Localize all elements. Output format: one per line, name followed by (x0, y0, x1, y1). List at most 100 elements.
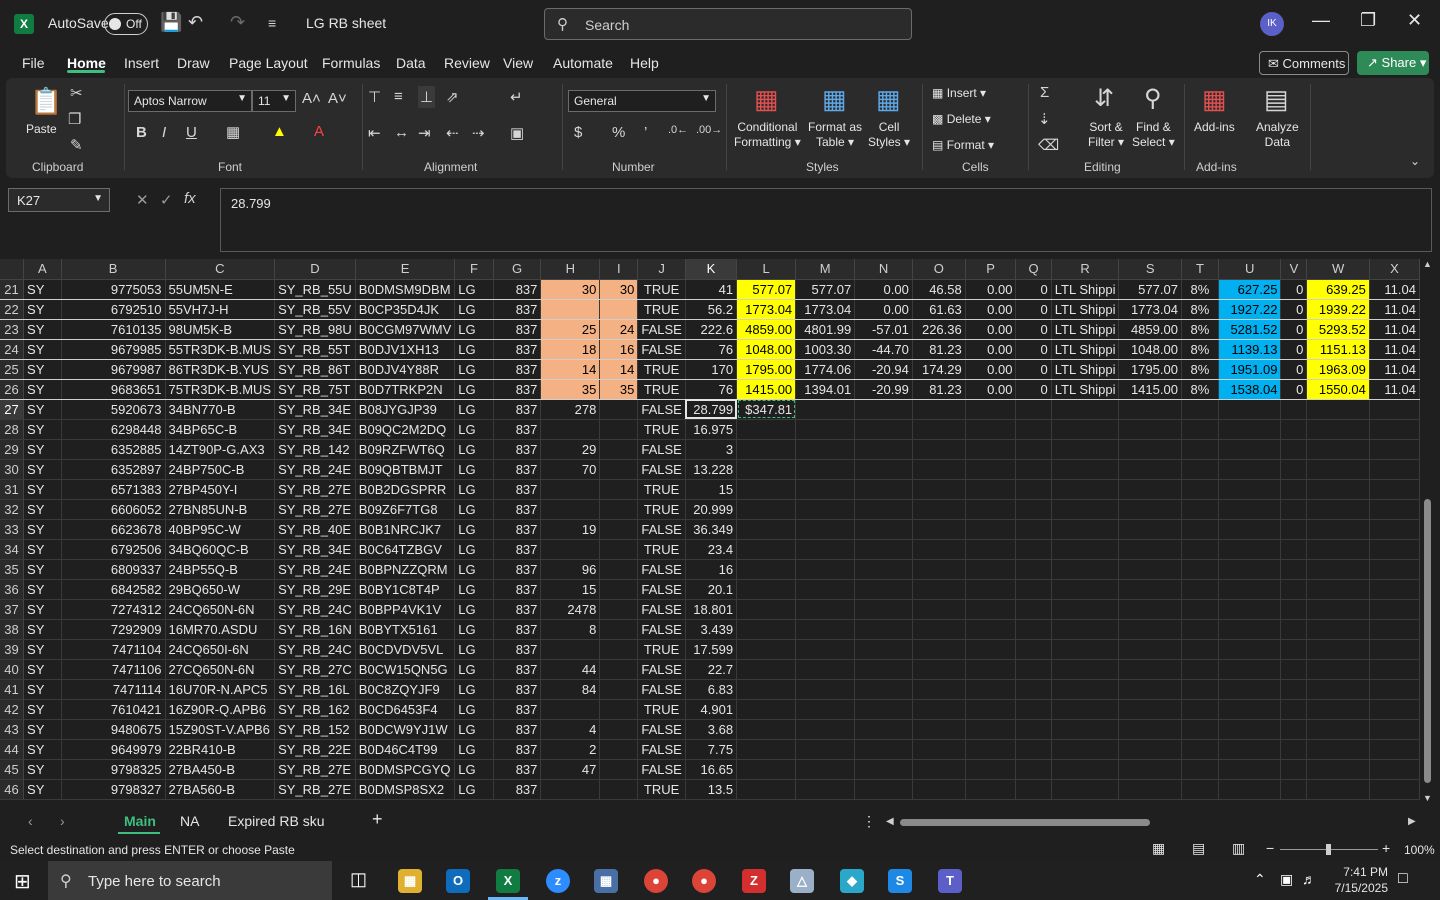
wrap-text-icon[interactable]: ↵ (510, 88, 523, 106)
italic-icon[interactable]: I (162, 124, 166, 141)
cell-v37[interactable] (1280, 599, 1308, 620)
cell-o38[interactable] (912, 619, 966, 640)
cell-v35[interactable] (1280, 559, 1308, 580)
cell-o33[interactable] (912, 519, 966, 540)
cell-r45[interactable] (1051, 759, 1120, 780)
cell-f43[interactable]: LG (454, 719, 494, 740)
delete-cells-button[interactable]: ▩ Delete ▾ (932, 112, 991, 127)
cell-w21[interactable]: 639.25 (1306, 279, 1370, 300)
cell-a35[interactable]: SY (23, 559, 62, 580)
cell-c36[interactable]: 29BQ650-W (165, 579, 276, 600)
cell-j46[interactable]: TRUE (637, 779, 686, 800)
autosum-icon[interactable]: Σ (1040, 84, 1049, 101)
cell-f27[interactable]: LG (454, 399, 494, 420)
cell-e46[interactable]: B0DMSP8SX2 (355, 779, 456, 800)
cell-h41[interactable]: 84 (540, 679, 601, 700)
cell-s44[interactable] (1118, 739, 1182, 760)
cell-p33[interactable] (965, 519, 1017, 540)
cell-b38[interactable]: 7292909 (61, 619, 166, 640)
cell-h29[interactable]: 29 (540, 439, 601, 460)
cell-d46[interactable]: SY_RB_27E (274, 779, 356, 800)
cell-t32[interactable] (1181, 499, 1219, 520)
cell-t40[interactable] (1181, 659, 1219, 680)
cell-h26[interactable]: 35 (540, 379, 601, 400)
column-header[interactable]: X (1369, 259, 1420, 280)
cell-e24[interactable]: B0DJV1XH13 (355, 339, 456, 360)
cell-p40[interactable] (965, 659, 1017, 680)
cell-c25[interactable]: 86TR3DK-B.YUS (165, 359, 276, 380)
cell-b41[interactable]: 7471114 (61, 679, 166, 700)
cell-q24[interactable]: 0 (1015, 339, 1052, 360)
insert-function-icon[interactable]: fx (184, 190, 196, 207)
cell-e36[interactable]: B0BY1C8T4P (355, 579, 456, 600)
cell-f46[interactable]: LG (454, 779, 494, 800)
cell-f42[interactable]: LG (454, 699, 494, 720)
customize-qat-icon[interactable]: ≡ (268, 15, 276, 31)
cell-g24[interactable]: 837 (493, 339, 542, 360)
cell-g29[interactable]: 837 (493, 439, 542, 460)
cell-c34[interactable]: 34BQ60QC-B (165, 539, 276, 560)
cell-s40[interactable] (1118, 659, 1182, 680)
cell-k39[interactable]: 17.599 (685, 639, 738, 660)
cell-s32[interactable] (1118, 499, 1182, 520)
cell-h46[interactable] (540, 779, 601, 800)
cell-h21[interactable]: 30 (540, 279, 601, 300)
cell-t39[interactable] (1181, 639, 1219, 660)
column-header[interactable]: K (685, 259, 738, 280)
cell-g21[interactable]: 837 (493, 279, 542, 300)
cell-v32[interactable] (1280, 499, 1308, 520)
cell-m45[interactable] (795, 759, 856, 780)
zoom-app-icon[interactable]: z (546, 869, 570, 893)
cell-h42[interactable] (540, 699, 601, 720)
cell-l30[interactable] (736, 459, 797, 480)
normal-view-icon[interactable]: ▦ (1152, 840, 1165, 857)
cell-s41[interactable] (1118, 679, 1182, 700)
cell-o37[interactable] (912, 599, 966, 620)
cell-i23[interactable]: 24 (599, 319, 639, 340)
cell-w33[interactable] (1306, 519, 1370, 540)
cell-k45[interactable]: 16.65 (685, 759, 738, 780)
cell-c23[interactable]: 98UM5K-B (165, 319, 276, 340)
cell-n39[interactable] (854, 639, 913, 660)
volume-icon[interactable]: ♬ (1302, 871, 1316, 887)
cell-h24[interactable]: 18 (540, 339, 601, 360)
cell-m39[interactable] (795, 639, 856, 660)
column-header[interactable]: U (1218, 259, 1282, 280)
column-header[interactable]: I (599, 259, 639, 280)
outlook-icon[interactable]: O (446, 869, 470, 893)
cell-t38[interactable] (1181, 619, 1219, 640)
cell-a27[interactable]: SY (23, 399, 62, 420)
cell-s23[interactable]: 4859.00 (1118, 319, 1182, 340)
cell-j41[interactable]: FALSE (637, 679, 686, 700)
cell-a22[interactable]: SY (23, 299, 62, 320)
cell-n45[interactable] (854, 759, 913, 780)
cell-u42[interactable] (1218, 699, 1282, 720)
cell-l22[interactable]: 1773.04 (736, 299, 797, 320)
cell-b37[interactable]: 7274312 (61, 599, 166, 620)
cell-b32[interactable]: 6606052 (61, 499, 166, 520)
percent-icon[interactable]: % (612, 124, 625, 141)
cell-o44[interactable] (912, 739, 966, 760)
calculator-icon[interactable]: ▦ (594, 869, 618, 893)
cell-d36[interactable]: SY_RB_29E (274, 579, 356, 600)
cell-g46[interactable]: 837 (493, 779, 542, 800)
cell-m34[interactable] (795, 539, 856, 560)
cell-c35[interactable]: 24BP55Q-B (165, 559, 276, 580)
cell-f31[interactable]: LG (454, 479, 494, 500)
merge-center-icon[interactable]: ▣ (510, 124, 524, 142)
cell-d22[interactable]: SY_RB_55V (274, 299, 356, 320)
find-select-button[interactable]: Find & Select ▾ (1132, 120, 1175, 150)
cell-i41[interactable] (599, 679, 639, 700)
cell-p23[interactable]: 0.00 (965, 319, 1017, 340)
cell-u30[interactable] (1218, 459, 1282, 480)
cell-s36[interactable] (1118, 579, 1182, 600)
cell-i43[interactable] (599, 719, 639, 740)
cell-k27[interactable]: 28.799 (685, 399, 738, 420)
cell-s27[interactable] (1118, 399, 1182, 420)
cell-m38[interactable] (795, 619, 856, 640)
cell-p29[interactable] (965, 439, 1017, 460)
cell-n31[interactable] (854, 479, 913, 500)
cell-a34[interactable]: SY (23, 539, 62, 560)
cell-i29[interactable] (599, 439, 639, 460)
cell-h36[interactable]: 15 (540, 579, 601, 600)
